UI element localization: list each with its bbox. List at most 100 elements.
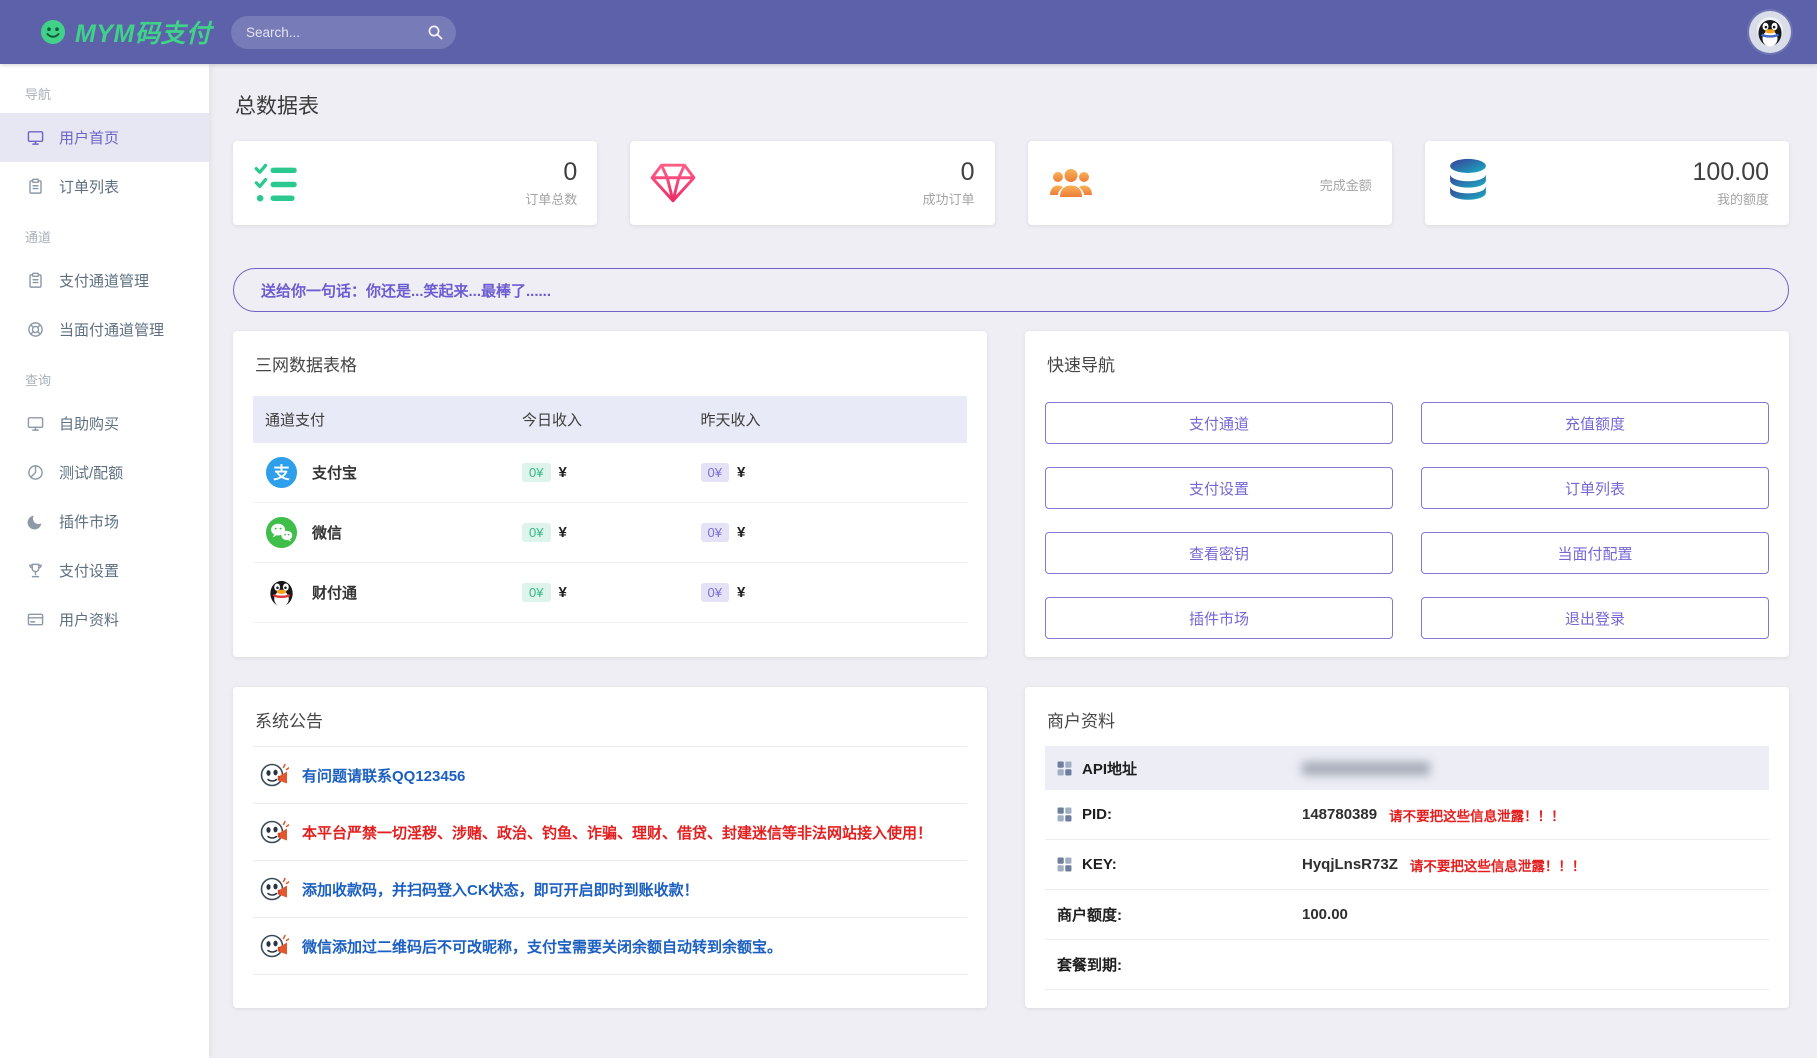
sidebar-item-订单列表[interactable]: 订单列表 [0,162,209,211]
horn-face-icon [259,817,289,847]
grid-icon [1057,761,1072,776]
announcement-item[interactable]: 本平台严禁一切淫秽、涉赌、政治、钓鱼、诈骗、理财、借贷、封建迷信等非法网站接入使… [253,803,967,860]
channel-cell: 财付通 [265,576,500,609]
merchant-label-text: 商户额度: [1057,904,1122,925]
horn-face-icon [259,760,289,790]
quick-nav-button-查看密钥[interactable]: 查看密钥 [1045,532,1393,574]
sidebar-item-自助购买[interactable]: 自助购买 [0,399,209,448]
stat-card: 完成金额 [1028,141,1392,225]
svg-text:支: 支 [273,462,290,482]
sidebar-item-插件市场[interactable]: 插件市场 [0,497,209,546]
stat-label: 我的额度 [1693,189,1769,208]
merchant-row: 套餐到期: [1045,940,1769,990]
search-icon[interactable] [427,24,444,41]
table-header-cell: 今日收入 [510,396,689,443]
top-header: MYM码支付 [0,0,1817,64]
diamond-icon [650,161,696,205]
merchant-value-cell [1302,762,1430,775]
stat-card-text: 0 订单总数 [525,158,577,208]
user-avatar[interactable] [1749,11,1791,53]
page-title: 总数据表 [235,90,1789,120]
sidebar-item-label: 支付通道管理 [59,270,149,291]
announcement-text: 微信添加过二维码后不可改昵称，支付宝需要关闭余额自动转到余额宝。 [302,936,782,957]
merchant-warning-note: 请不要把这些信息泄露！！！ [1410,855,1586,875]
sidebar-item-测试/配额[interactable]: 测试/配额 [0,448,209,497]
announcement-item[interactable]: 微信添加过二维码后不可改昵称，支付宝需要关闭余额自动转到余额宝。 [253,917,967,975]
quick-nav-button-插件市场[interactable]: 插件市场 [1045,597,1393,639]
merchant-panel: 商户资料 API地址 PID: 148780389请不要把这些信息泄露！！！KE… [1025,687,1789,1008]
search-input[interactable] [231,16,456,49]
credit-card-icon [27,611,44,628]
announcement-text: 有问题请联系QQ123456 [302,765,465,786]
sidebar-item-label: 订单列表 [59,176,119,197]
quick-nav-button-支付设置[interactable]: 支付设置 [1045,467,1393,509]
tenpay-icon [265,576,298,609]
merchant-value-cell: 148780389请不要把这些信息泄露！！！ [1302,805,1565,825]
merchant-value-cell: HyqjLnsR73Z请不要把这些信息泄露！！！ [1302,855,1585,875]
stat-card-text: 100.00 我的额度 [1693,158,1769,208]
stat-value: 100.00 [1693,158,1769,187]
merchant-label-text: API地址 [1082,758,1137,779]
sidebar-section-label: 导航 [0,68,209,113]
sidebar-item-label: 当面付通道管理 [59,319,164,340]
today-income-unit: ¥ [559,584,567,601]
stat-value: 0 [922,158,974,187]
announcement-text: 添加收款码，并扫码登入CK状态，即可开启即时到账收款！ [302,879,699,900]
merchant-row: PID: 148780389请不要把这些信息泄露！！！ [1045,790,1769,840]
database-icon [1445,157,1491,208]
yesterday-income-badge: 0¥ [701,463,729,482]
sidebar-item-label: 插件市场 [59,511,119,532]
channel-row: 财付通 0¥¥ 0¥¥ [253,563,967,623]
search-box [231,16,456,49]
channel-name: 支付宝 [312,462,357,483]
sidebar-item-当面付通道管理[interactable]: 当面付通道管理 [0,305,209,354]
quick-nav-button-充值额度[interactable]: 充值额度 [1421,402,1769,444]
channel-cell: 微信 [265,516,500,549]
network-table-title: 三网数据表格 [255,351,967,376]
announcement-item[interactable]: 添加收款码，并扫码登入CK状态，即可开启即时到账收款！ [253,860,967,917]
today-income-badge: 0¥ [522,463,550,482]
sidebar-item-label: 用户资料 [59,609,119,630]
sidebar-item-支付设置[interactable]: 支付设置 [0,546,209,595]
today-income-unit: ¥ [559,524,567,541]
users-icon [1048,165,1094,201]
today-income-badge: 0¥ [522,583,550,602]
logo-text: MYM码支付 [75,14,211,50]
quick-nav-button-退出登录[interactable]: 退出登录 [1421,597,1769,639]
merchant-value: 100.00 [1302,906,1348,923]
announcements-title: 系统公告 [255,707,967,732]
today-income-badge: 0¥ [522,523,550,542]
merchant-label: PID: [1057,806,1302,823]
quick-nav-button-订单列表[interactable]: 订单列表 [1421,467,1769,509]
sidebar-item-支付通道管理[interactable]: 支付通道管理 [0,256,209,305]
quick-nav-grid: 支付通道充值额度支付设置订单列表查看密钥当面付配置插件市场退出登录 [1045,402,1769,639]
clipboard-icon [27,272,44,289]
merchant-row: KEY: HyqjLnsR73Z请不要把这些信息泄露！！！ [1045,840,1769,890]
merchant-warning-note: 请不要把这些信息泄露！！！ [1389,805,1565,825]
merchant-title: 商户资料 [1047,707,1769,732]
quick-nav-panel: 快速导航 支付通道充值额度支付设置订单列表查看密钥当面付配置插件市场退出登录 [1025,331,1789,657]
sidebar-section-label: 查询 [0,354,209,399]
announcement-text: 本平台严禁一切淫秽、涉赌、政治、钓鱼、诈骗、理财、借贷、封建迷信等非法网站接入使… [302,822,932,843]
logo-smiley-icon [40,19,66,45]
quick-nav-button-支付通道[interactable]: 支付通道 [1045,402,1393,444]
pie-chart-icon [27,464,44,481]
main-content: 总数据表 0 订单总数 0 成功订单 完成金额 100.00 我的额度 送给你一… [209,64,1817,1058]
merchant-rows: API地址 PID: 148780389请不要把这些信息泄露！！！KEY: Hy… [1045,746,1769,990]
table-header-cell: 昨天收入 [689,396,967,443]
sidebar-section-label: 通道 [0,211,209,256]
grid-icon [1057,807,1072,822]
monitor-icon [27,129,44,146]
trophy-icon [27,562,44,579]
stat-card: 0 成功订单 [630,141,994,225]
logo[interactable]: MYM码支付 [0,14,209,50]
announcement-item[interactable]: 有问题请联系QQ123456 [253,746,967,803]
yesterday-income-unit: ¥ [737,464,745,481]
yesterday-income-unit: ¥ [737,524,745,541]
quick-nav-button-当面付配置[interactable]: 当面付配置 [1421,532,1769,574]
announcements-list: 有问题请联系QQ123456 本平台严禁一切淫秽、涉赌、政治、钓鱼、诈骗、理财、借… [253,746,967,975]
sidebar-item-label: 自助购买 [59,413,119,434]
sidebar-item-用户资料[interactable]: 用户资料 [0,595,209,644]
sidebar-item-用户首页[interactable]: 用户首页 [0,113,209,162]
horn-face-icon [259,931,289,961]
